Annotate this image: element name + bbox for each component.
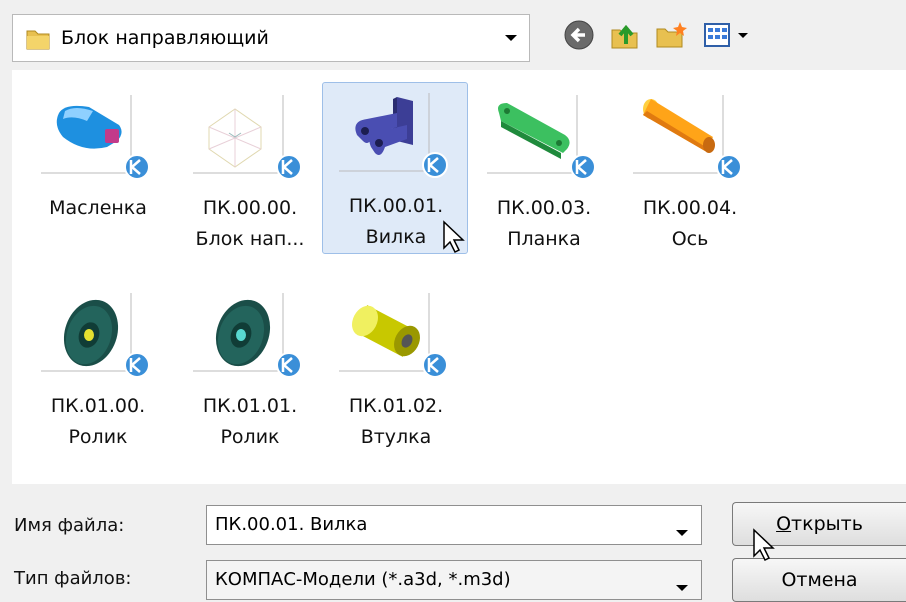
- file-item[interactable]: ПК.01.00. Ролик: [24, 282, 170, 452]
- file-label: ПК.01.02. Втулка: [348, 395, 444, 448]
- oiler-thumbnail: [39, 93, 157, 185]
- folder-icon: [25, 25, 51, 55]
- chevron-down-icon[interactable]: [675, 522, 689, 541]
- new-folder-icon[interactable]: [654, 18, 688, 52]
- assembly-thumbnail: [191, 93, 309, 185]
- mouse-cursor-icon: [442, 220, 466, 258]
- file-item[interactable]: ПК.00.04. Ось: [616, 84, 762, 254]
- file-item[interactable]: ПК.01.01. Ролик: [176, 282, 322, 452]
- filename-combo[interactable]: ПК.00.01. Вилка: [206, 505, 702, 545]
- filetype-combo[interactable]: КОМПАС-Модели (*.a3d, *.m3d): [206, 560, 702, 600]
- bushing-thumbnail: [337, 291, 455, 383]
- file-item[interactable]: ПК.00.00. Блок нап...: [176, 84, 322, 254]
- file-list-view[interactable]: Масленка ПК.00.00. Блок нап... ПК.00.01.…: [12, 70, 906, 484]
- chevron-down-icon[interactable]: [493, 15, 529, 61]
- file-label: ПК.00.04. Ось: [642, 197, 738, 250]
- mouse-cursor-icon: [752, 528, 776, 566]
- file-label: Масленка: [49, 197, 147, 219]
- file-item[interactable]: ПК.00.03. Планка: [470, 84, 616, 254]
- file-item[interactable]: Масленка: [24, 84, 170, 254]
- filename-label: Имя файла:: [14, 515, 125, 536]
- filetype-label: Тип файлов:: [14, 568, 132, 589]
- file-label: ПК.00.00. Блок нап...: [195, 197, 305, 250]
- filetype-select[interactable]: КОМПАС-Модели (*.a3d, *.m3d): [215, 569, 511, 590]
- roller-thumbnail: [39, 291, 157, 383]
- fork-thumbnail: [337, 91, 455, 183]
- chevron-down-icon[interactable]: [675, 577, 689, 596]
- back-icon[interactable]: [562, 18, 596, 52]
- folder-path-combo[interactable]: Блок направляющий: [12, 14, 530, 62]
- view-menu-icon[interactable]: [702, 18, 762, 52]
- axle-thumbnail: [631, 93, 749, 185]
- folder-path-text: Блок направляющий: [61, 27, 269, 49]
- up-folder-icon[interactable]: [608, 18, 642, 52]
- file-label: ПК.01.01. Ролик: [202, 395, 298, 448]
- filename-input[interactable]: ПК.00.01. Вилка: [215, 514, 367, 535]
- roller-thumbnail: [191, 291, 309, 383]
- file-label: ПК.00.03. Планка: [496, 197, 592, 250]
- file-item[interactable]: ПК.01.02. Втулка: [322, 282, 468, 452]
- file-label: ПК.01.00. Ролик: [50, 395, 146, 448]
- plate-thumbnail: [485, 93, 603, 185]
